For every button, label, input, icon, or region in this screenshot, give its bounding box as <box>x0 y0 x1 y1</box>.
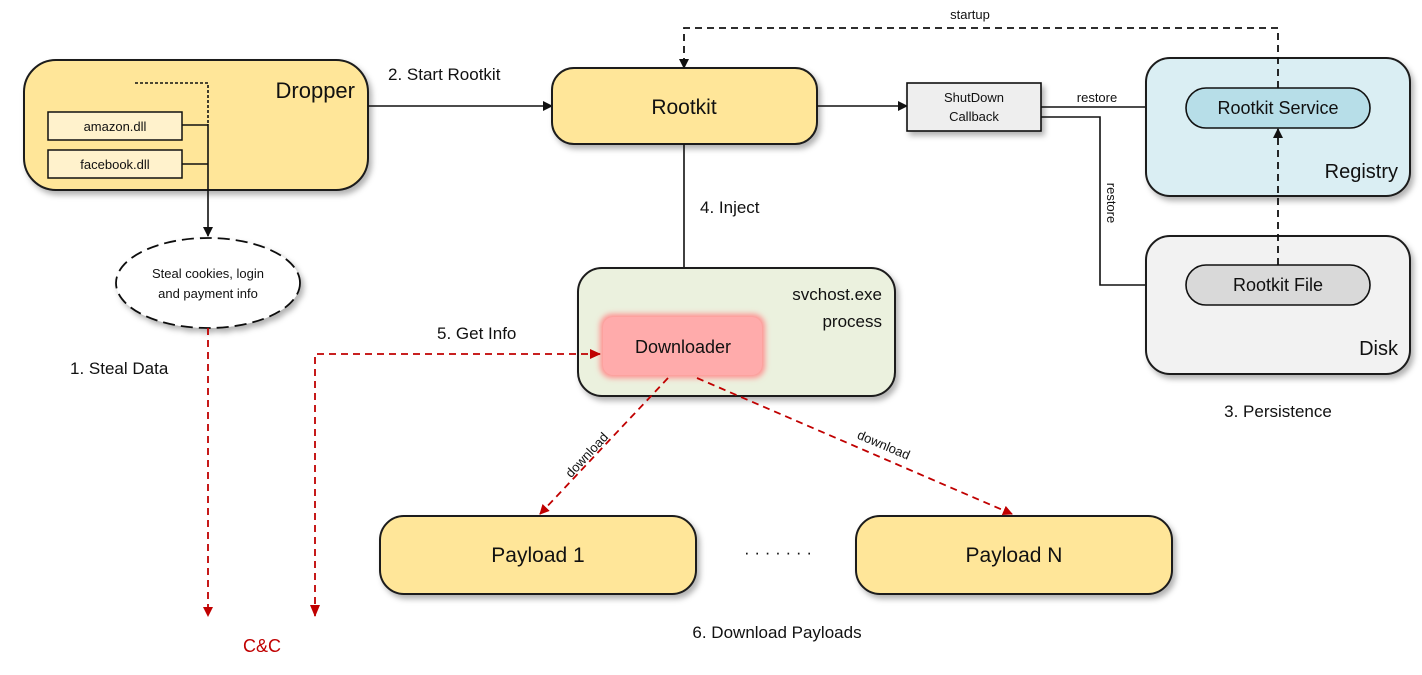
dropper-node: Dropper amazon.dll facebook.dll <box>23 59 369 191</box>
download-arrow-2 <box>696 377 1013 516</box>
download-label-1: download <box>562 429 611 480</box>
payload-ellipsis: · · · · · · · <box>744 543 812 562</box>
download-label-2: download <box>855 427 912 463</box>
step-inject: 4. Inject <box>700 198 760 217</box>
diagram: Dropper amazon.dll facebook.dll Steal co… <box>23 7 1411 656</box>
svchost-label-1: svchost.exe <box>792 285 882 304</box>
payload-n-label: Payload N <box>966 544 1063 567</box>
startup-label: startup <box>950 7 990 22</box>
dropper-label: Dropper <box>276 78 355 103</box>
rootkit-service-label: Rootkit Service <box>1217 98 1338 118</box>
payload-1-label: Payload 1 <box>491 544 584 567</box>
callback-text-2: Callback <box>949 109 999 124</box>
amazon-dll-label: amazon.dll <box>84 119 147 134</box>
svchost-label-2: process <box>822 312 882 331</box>
step-download-payloads: 6. Download Payloads <box>692 623 861 642</box>
callback-text-1: ShutDown <box>944 90 1004 105</box>
step-start-rootkit: 2. Start Rootkit <box>388 65 501 84</box>
step-persistence: 3. Persistence <box>1224 402 1332 421</box>
step-steal-data: 1. Steal Data <box>70 359 169 378</box>
steal-ellipse <box>115 237 301 329</box>
facebook-dll-label: facebook.dll <box>80 157 149 172</box>
rootkit-label: Rootkit <box>651 96 717 119</box>
steal-text-2: and payment info <box>158 286 258 301</box>
downloader-label: Downloader <box>635 337 731 357</box>
steal-text-1: Steal cookies, login <box>152 266 264 281</box>
disk-label: Disk <box>1359 338 1399 360</box>
restore-label-1: restore <box>1077 90 1117 105</box>
step-get-info: 5. Get Info <box>437 324 516 343</box>
rootkit-file-label: Rootkit File <box>1233 275 1323 295</box>
registry-label: Registry <box>1325 161 1398 183</box>
restore-label-2: restore <box>1104 183 1119 223</box>
cc-label: C&C <box>243 636 281 656</box>
